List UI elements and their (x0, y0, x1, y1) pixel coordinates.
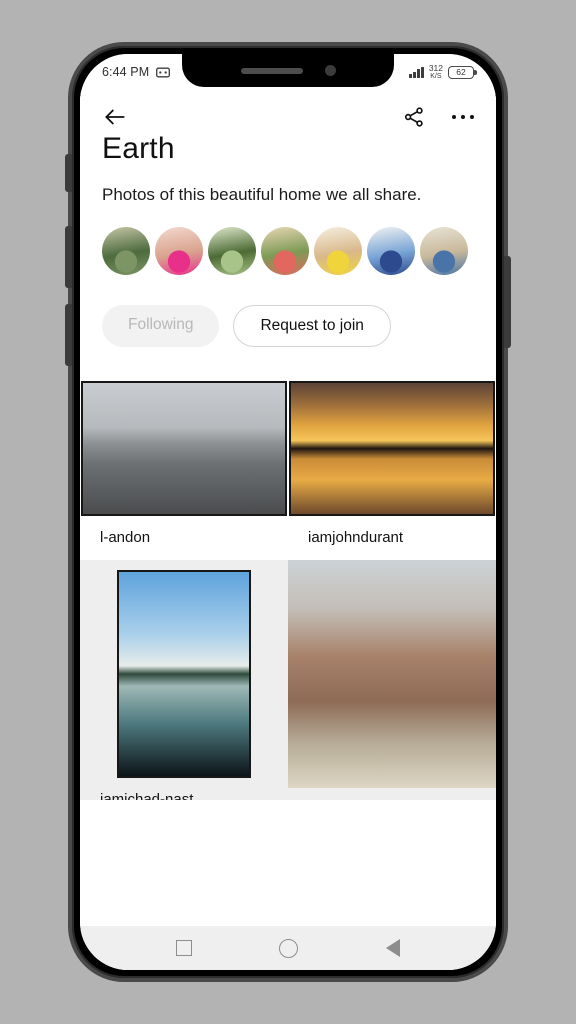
volume-up-button[interactable] (65, 226, 72, 288)
android-nav-bar (80, 926, 496, 970)
member-avatar-7[interactable] (420, 227, 468, 276)
member-avatar-6[interactable] (367, 227, 415, 276)
toolbar-actions (403, 106, 474, 128)
share-icon[interactable] (403, 106, 425, 128)
member-avatar-2[interactable] (155, 227, 203, 276)
signal-bars-icon (409, 66, 424, 78)
photo-cell-mountains[interactable] (288, 560, 496, 801)
status-bar-right: 312 K/S 62 (409, 64, 477, 80)
power-button[interactable] (504, 256, 511, 348)
app-toolbar (80, 90, 496, 136)
phone-screen: 6:44 PM 312 K/S 62 Earth Photos of this … (80, 54, 496, 970)
photo-thumbnail[interactable] (288, 560, 496, 789)
member-avatar-1[interactable] (102, 227, 150, 276)
page-description: Photos of this beautiful home we all sha… (102, 185, 422, 204)
triangle-back-icon[interactable] (386, 939, 401, 957)
app-content: Earth Photos of this beautiful home we a… (80, 90, 496, 926)
battery-indicator: 62 (448, 65, 477, 79)
network-speed-value: 312 (428, 63, 443, 74)
photo-caption: iamichad-nast (100, 791, 194, 801)
photo-caption: l-andon (100, 529, 151, 547)
network-speed-indicator: 312 K/S (429, 64, 443, 80)
member-avatar-3[interactable] (208, 227, 256, 276)
member-avatar-4[interactable] (261, 227, 309, 276)
member-avatars-row[interactable] (80, 207, 496, 276)
silent-switch-button[interactable] (65, 154, 72, 192)
photo-thumbnail[interactable] (81, 381, 287, 517)
collection-header: Earth Photos of this beautiful home we a… (80, 134, 496, 208)
status-time: 6:44 PM (102, 65, 150, 79)
photo-cell-iamichad[interactable]: iamichad-nast (80, 560, 288, 801)
photo-thumbnail[interactable] (289, 381, 495, 517)
overflow-menu-icon[interactable] (451, 114, 474, 120)
photo-grid-row: iamichad-nast (80, 560, 496, 801)
action-buttons-row: Following Request to join (80, 275, 496, 373)
photo-cell-landon[interactable]: l-andon (80, 373, 288, 561)
photo-grid-row: l-andon iamjohndurant (80, 373, 496, 561)
back-arrow-icon[interactable] (102, 104, 128, 130)
earpiece-speaker (240, 67, 303, 74)
front-camera-icon (324, 65, 336, 76)
circle-home-icon[interactable] (279, 938, 299, 958)
photo-grid: l-andon iamjohndurant iamichad-nast (80, 373, 496, 801)
following-button[interactable]: Following (102, 305, 220, 348)
member-avatar-5[interactable] (314, 227, 362, 276)
battery-level: 62 (456, 67, 466, 77)
square-recents-icon[interactable] (175, 940, 192, 956)
page-title: Earth (102, 134, 175, 165)
volume-down-button[interactable] (65, 304, 72, 366)
photo-caption: iamjohndurant (308, 529, 404, 547)
photo-cell-iamjohndurant[interactable]: iamjohndurant (288, 373, 496, 561)
message-icon (156, 67, 171, 77)
phone-frame: 6:44 PM 312 K/S 62 Earth Photos of this … (65, 42, 511, 982)
network-speed-unit: K/S (430, 72, 442, 80)
display-notch (182, 54, 394, 87)
status-bar-left: 6:44 PM (102, 65, 171, 79)
request-to-join-button[interactable]: Request to join (233, 305, 391, 348)
photo-thumbnail[interactable] (117, 570, 251, 779)
